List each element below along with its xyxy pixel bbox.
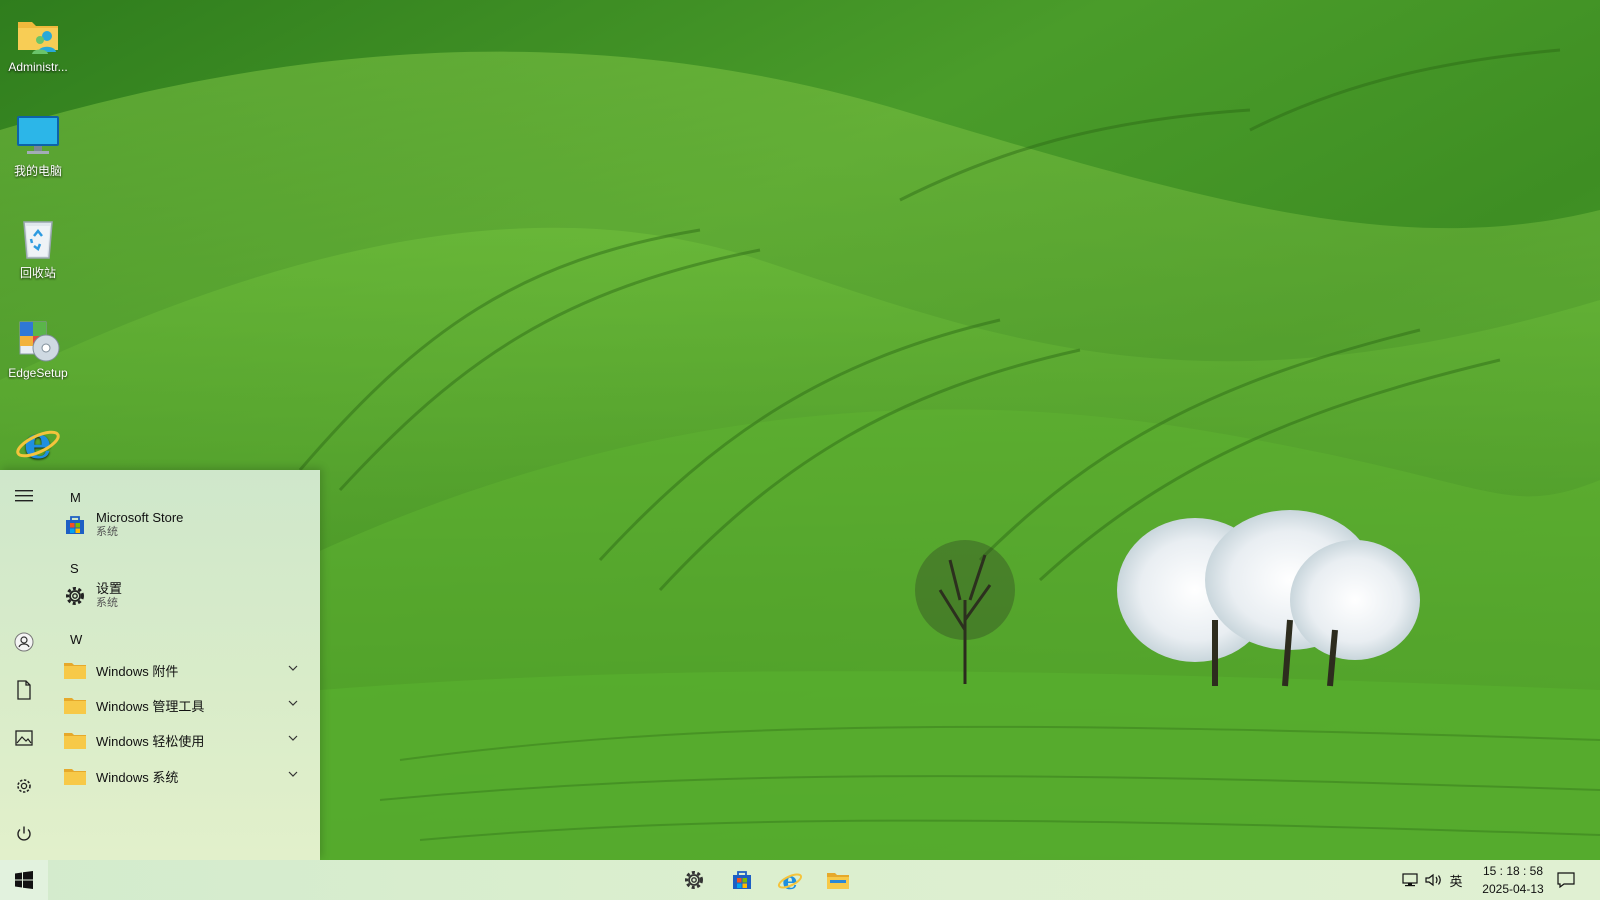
- folder-name: Windows 管理工具: [96, 698, 205, 714]
- settings-button[interactable]: [8, 770, 40, 802]
- clock-time: 15 : 18 : 58: [1482, 864, 1544, 878]
- chevron-down-icon: [288, 735, 298, 741]
- folder-windows-ease-of-access[interactable]: Windows 轻松使用: [60, 723, 312, 757]
- taskbar: e 英 15 : 18 : 58 2025-04-13: [0, 860, 1600, 900]
- tray-clock[interactable]: 15 : 18 : 58 2025-04-13: [1466, 862, 1560, 898]
- power-button[interactable]: [8, 818, 40, 850]
- documents-icon: [17, 680, 31, 700]
- chevron-down-icon: [288, 665, 298, 671]
- app-settings[interactable]: 设置 系统: [60, 579, 312, 613]
- folder-name: Windows 轻松使用: [96, 733, 205, 749]
- recycle-bin-icon: [23, 221, 53, 259]
- app-name: Microsoft Store: [96, 510, 184, 525]
- windows-logo-icon: [15, 871, 33, 889]
- desktop-icon-label: 我的电脑: [13, 164, 62, 178]
- folder-icon: [62, 692, 88, 718]
- taskbar-ie-button[interactable]: e: [768, 860, 812, 900]
- svg-text:e: e: [24, 418, 52, 466]
- hamburger-menu-icon: [15, 490, 33, 502]
- group-header-s[interactable]: S: [70, 561, 79, 576]
- desktop-icon-administrator[interactable]: Administr...: [0, 10, 76, 74]
- documents-button[interactable]: [8, 674, 40, 706]
- desktop-icon-label: Administr...: [8, 60, 68, 74]
- power-icon: [17, 826, 31, 841]
- folder-icon: [62, 727, 88, 753]
- folder-name: Windows 附件: [96, 663, 179, 679]
- start-menu-app-list: M Microsoft Store 系统 S 设置 系统 W Windows 附…: [48, 470, 320, 860]
- app-category: 系统: [96, 526, 118, 538]
- desktop-icon-internet-explorer[interactable]: e: [0, 418, 76, 468]
- input-method-indicator[interactable]: 英: [1446, 870, 1466, 890]
- desktop-icon-label: 回收站: [19, 266, 56, 280]
- settings-icon: [685, 871, 703, 889]
- network-icon[interactable]: [1400, 870, 1420, 890]
- desktop-icon-label: EdgeSetup: [8, 366, 68, 380]
- folder-windows-accessories[interactable]: Windows 附件: [60, 653, 312, 687]
- file-explorer-icon: [827, 873, 849, 889]
- app-name: 设置: [96, 581, 123, 596]
- app-microsoft-store[interactable]: Microsoft Store 系统: [60, 508, 312, 542]
- internet-explorer-icon: e: [16, 418, 60, 466]
- user-folder-icon: [18, 22, 58, 54]
- start-menu: M Microsoft Store 系统 S 设置 系统 W Windows 附…: [0, 470, 320, 860]
- settings-icon: [17, 779, 31, 793]
- internet-explorer-icon: e: [777, 867, 803, 893]
- desktop-icon-edgesetup[interactable]: EdgeSetup: [0, 316, 76, 380]
- action-center-button[interactable]: [1554, 870, 1578, 890]
- folder-name: Windows 系统: [96, 769, 179, 785]
- taskbar-store-button[interactable]: [720, 860, 764, 900]
- clock-date: 2025-04-13: [1482, 882, 1544, 896]
- pictures-icon: [15, 730, 33, 746]
- store-icon: [733, 871, 751, 889]
- notification-icon: [1557, 872, 1575, 888]
- user-account-button[interactable]: [8, 626, 40, 658]
- desktop-icon-recycle-bin[interactable]: 回收站: [0, 214, 76, 281]
- group-header-w[interactable]: W: [70, 632, 82, 647]
- setup-installer-icon: [19, 321, 60, 362]
- app-category: 系统: [96, 597, 118, 609]
- desktop-icon-my-computer[interactable]: 我的电脑: [0, 112, 76, 179]
- taskbar-file-explorer-button[interactable]: [816, 860, 860, 900]
- volume-icon[interactable]: [1424, 870, 1444, 890]
- folder-icon: [62, 657, 88, 683]
- start-button[interactable]: [0, 860, 48, 900]
- gear-icon: [62, 583, 88, 609]
- expand-menu-button[interactable]: [8, 480, 40, 512]
- folder-icon: [62, 763, 88, 789]
- pictures-button[interactable]: [8, 722, 40, 754]
- store-icon: [62, 512, 88, 538]
- chevron-down-icon: [288, 771, 298, 777]
- taskbar-settings-button[interactable]: [672, 860, 716, 900]
- svg-text:e: e: [782, 867, 797, 893]
- computer-icon: [17, 116, 59, 154]
- folder-windows-system[interactable]: Windows 系统: [60, 759, 312, 793]
- user-icon: [14, 632, 34, 652]
- group-header-m[interactable]: M: [70, 490, 81, 505]
- chevron-down-icon: [288, 700, 298, 706]
- start-menu-rail: [0, 470, 48, 860]
- folder-windows-admin-tools[interactable]: Windows 管理工具: [60, 688, 312, 722]
